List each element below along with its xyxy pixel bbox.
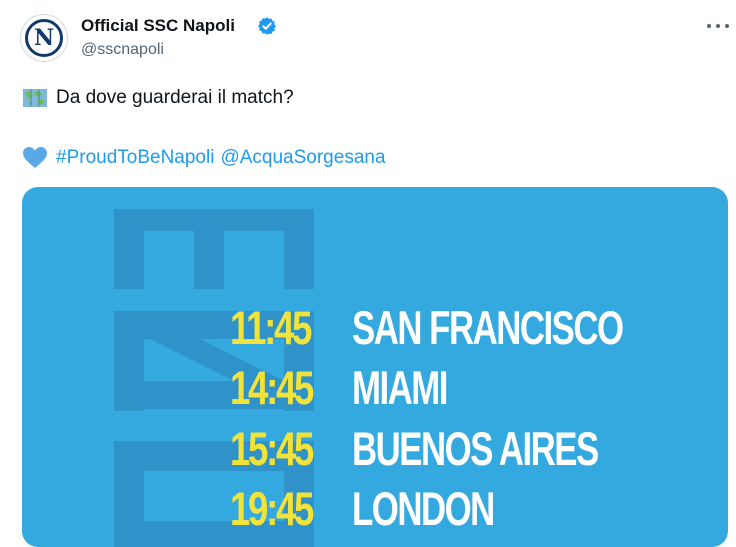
schedule-city: BUENOS AIRES: [352, 421, 599, 475]
schedule-time: 14:45: [230, 360, 314, 414]
user-handle[interactable]: @sscnapoli: [81, 41, 164, 59]
schedule-row: 14:45 MIAMI: [230, 359, 448, 415]
schedule-row: 15:45 BUENOS AIRES: [230, 420, 599, 476]
schedule-time: 11:45: [230, 300, 312, 354]
hashtag-link[interactable]: #ProudToBeNapoli: [56, 147, 214, 169]
schedule-row: 19:45 LONDON: [230, 480, 495, 536]
ssc-napoli-logo: N: [25, 19, 63, 57]
avatar[interactable]: N: [20, 14, 68, 62]
schedule-city: SAN FRANCISCO: [352, 300, 624, 354]
post-text-line-2: #ProudToBeNapoli @AcquaSorgesana: [22, 146, 386, 170]
match-schedule: 11:45 SAN FRANCISCO 14:45 MIAMI 15:45 BU…: [22, 187, 728, 547]
schedule-city: MIAMI: [352, 360, 448, 414]
world-map-icon: [23, 89, 47, 107]
avatar-letter: N: [33, 25, 55, 51]
verified-badge-icon: [258, 17, 276, 35]
schedule-city: LONDON: [352, 481, 495, 535]
schedule-time: 19:45: [230, 481, 314, 535]
post-text-question: Da dove guarderai il match?: [56, 87, 294, 108]
blue-heart-icon: [23, 147, 47, 168]
display-name[interactable]: Official SSC Napoli: [81, 16, 235, 36]
more-options-icon[interactable]: [707, 16, 729, 36]
post-text-line-1: Da dove guarderai il match?: [22, 87, 294, 109]
mention-link[interactable]: @AcquaSorgesana: [220, 147, 385, 169]
post-media-image[interactable]: 11:45 SAN FRANCISCO 14:45 MIAMI 15:45 BU…: [22, 187, 728, 547]
schedule-time: 15:45: [230, 421, 314, 475]
schedule-row: 11:45 SAN FRANCISCO: [230, 299, 624, 355]
